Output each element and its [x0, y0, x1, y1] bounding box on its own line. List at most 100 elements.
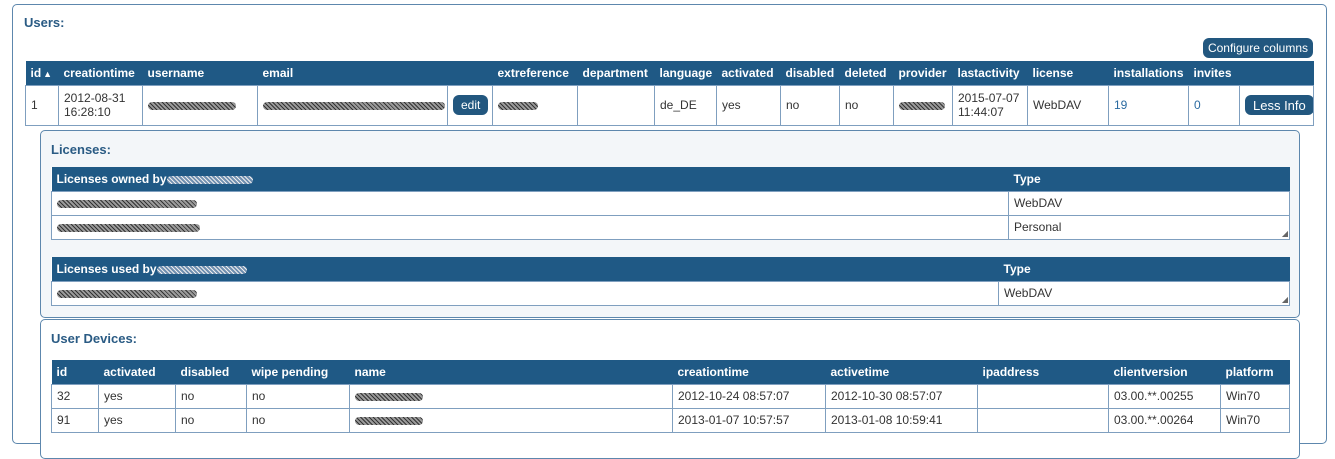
configure-columns-button[interactable]: Configure columns: [1202, 38, 1313, 58]
dev-col-clientversion[interactable]: clientversion: [1108, 360, 1221, 384]
user-provider: [893, 84, 953, 126]
col-header-creationtime[interactable]: creationtime: [58, 61, 143, 85]
licenses-title: Licenses:: [51, 142, 111, 157]
edit-button[interactable]: edit: [453, 95, 489, 115]
redacted-extreference: [498, 101, 538, 110]
redacted-user-name: [156, 265, 247, 274]
license-used-name: [51, 280, 999, 306]
user-activated: yes: [716, 84, 781, 126]
device-disabled: no: [175, 383, 247, 409]
dev-col-id[interactable]: id: [51, 360, 99, 384]
user-edit-cell: edit: [447, 84, 493, 126]
devices-title: User Devices:: [51, 331, 137, 346]
device-clientversion: 03.00.**.00255: [1108, 383, 1221, 409]
devices-panel: User Devices: id activated disabled wipe…: [40, 319, 1300, 459]
col-header-disabled[interactable]: disabled: [780, 61, 840, 85]
col-header-id[interactable]: id ▲: [25, 61, 59, 85]
user-department: [577, 84, 655, 126]
device-platform: Win70: [1220, 407, 1290, 433]
col-header-lastactivity[interactable]: lastactivity: [952, 61, 1028, 85]
device-id: 91: [51, 407, 99, 433]
licenses-panel: Licenses: Licenses owned by Type WebDAV …: [40, 130, 1300, 318]
resize-handle-icon[interactable]: ◢: [1282, 295, 1288, 304]
col-header-deleted[interactable]: deleted: [839, 61, 894, 85]
redacted-provider: [899, 101, 945, 110]
resize-handle-icon[interactable]: ◢: [1282, 229, 1288, 238]
less-info-button[interactable]: Less Info: [1245, 95, 1313, 115]
invites-link[interactable]: 0: [1194, 98, 1201, 112]
device-disabled: no: [175, 407, 247, 433]
device-activetime: 2012-10-30 08:57:07: [825, 383, 978, 409]
dev-col-disabled[interactable]: disabled: [175, 360, 247, 384]
dev-col-ipaddress[interactable]: ipaddress: [977, 360, 1109, 384]
col-header-invites[interactable]: invites: [1188, 61, 1240, 85]
license-owned-name: [51, 190, 1009, 216]
col-header-actions: [447, 61, 493, 85]
user-lastactivity-time: 11:44:07: [958, 105, 1004, 119]
col-header-extreference[interactable]: extreference: [492, 61, 578, 85]
col-header-email[interactable]: email: [257, 61, 448, 85]
user-more-cell: Less Info: [1239, 84, 1314, 126]
redacted-license-name: [57, 199, 197, 208]
device-creationtime: 2013-01-07 10:57:57: [672, 407, 826, 433]
redacted-license-name: [57, 289, 197, 298]
col-header-activated[interactable]: activated: [716, 61, 781, 85]
col-header-license[interactable]: license: [1027, 61, 1109, 85]
users-panel: Users: Configure columns id ▲ creationtim…: [12, 4, 1327, 459]
device-ipaddress: [977, 383, 1109, 409]
user-id: 1: [25, 84, 59, 126]
license-owned-type: Personal ◢: [1008, 214, 1290, 240]
licenses-used-header-row: Licenses used by Type: [51, 257, 1290, 281]
dev-col-name[interactable]: name: [349, 360, 673, 384]
col-header-provider[interactable]: provider: [893, 61, 953, 85]
user-license: WebDAV: [1027, 84, 1109, 126]
user-username: [142, 84, 258, 126]
user-language: de_DE: [654, 84, 717, 126]
license-used-row: WebDAV ◢: [51, 280, 1290, 306]
installations-link[interactable]: 19: [1114, 98, 1127, 112]
license-owned-name: [51, 214, 1009, 240]
user-disabled: no: [780, 84, 840, 126]
user-creationtime: 2012-08-31 16:28:10: [58, 84, 143, 126]
user-installations: 19: [1108, 84, 1189, 126]
device-id: 32: [51, 383, 99, 409]
dev-col-wipe-pending[interactable]: wipe pending: [246, 360, 350, 384]
users-title: Users:: [24, 15, 65, 30]
licenses-used-type-header: Type: [998, 257, 1290, 281]
dev-col-creationtime[interactable]: creationtime: [672, 360, 826, 384]
dev-col-activated[interactable]: activated: [98, 360, 176, 384]
license-owned-type: WebDAV: [1008, 190, 1290, 216]
device-name: [349, 407, 673, 433]
dev-col-platform[interactable]: platform: [1220, 360, 1290, 384]
devices-table: id activated disabled wipe pending name …: [51, 360, 1290, 433]
redacted-license-name: [57, 223, 200, 232]
user-creation-date: 2012-08-31: [64, 91, 126, 105]
users-table: id ▲ creationtime username email extrefer…: [25, 61, 1314, 126]
col-header-department[interactable]: department: [577, 61, 655, 85]
device-activated: yes: [98, 407, 176, 433]
col-header-username[interactable]: username: [142, 61, 258, 85]
dev-col-activetime[interactable]: activetime: [825, 360, 978, 384]
device-creationtime: 2012-10-24 08:57:07: [672, 383, 826, 409]
license-used-type: WebDAV ◢: [998, 280, 1290, 306]
col-header-installations[interactable]: installations: [1108, 61, 1189, 85]
device-clientversion: 03.00.**.00264: [1108, 407, 1221, 433]
redacted-device-name: [355, 392, 423, 401]
col-header-language[interactable]: language: [654, 61, 717, 85]
redacted-email: [263, 101, 445, 110]
licenses-owned-table: Licenses owned by Type WebDAV Personal ◢: [51, 167, 1290, 240]
device-platform: Win70: [1220, 383, 1290, 409]
redacted-username: [148, 101, 236, 110]
redacted-owner-name: [166, 175, 253, 184]
device-row: 91 yes no no 2013-01-07 10:57:57 2013-01…: [51, 407, 1290, 433]
user-invites: 0: [1188, 84, 1240, 126]
license-owned-row: Personal ◢: [51, 214, 1290, 240]
device-ipaddress: [977, 407, 1109, 433]
devices-header-row: id activated disabled wipe pending name …: [51, 360, 1290, 384]
license-owned-row: WebDAV: [51, 190, 1290, 216]
sort-ascending-icon: ▲: [43, 68, 53, 79]
licenses-used-table: Licenses used by Type WebDAV ◢: [51, 257, 1290, 306]
licenses-owned-type-header: Type: [1008, 167, 1290, 191]
device-row: 32 yes no no 2012-10-24 08:57:07 2012-10…: [51, 383, 1290, 409]
licenses-owned-header-row: Licenses owned by Type: [51, 167, 1290, 191]
